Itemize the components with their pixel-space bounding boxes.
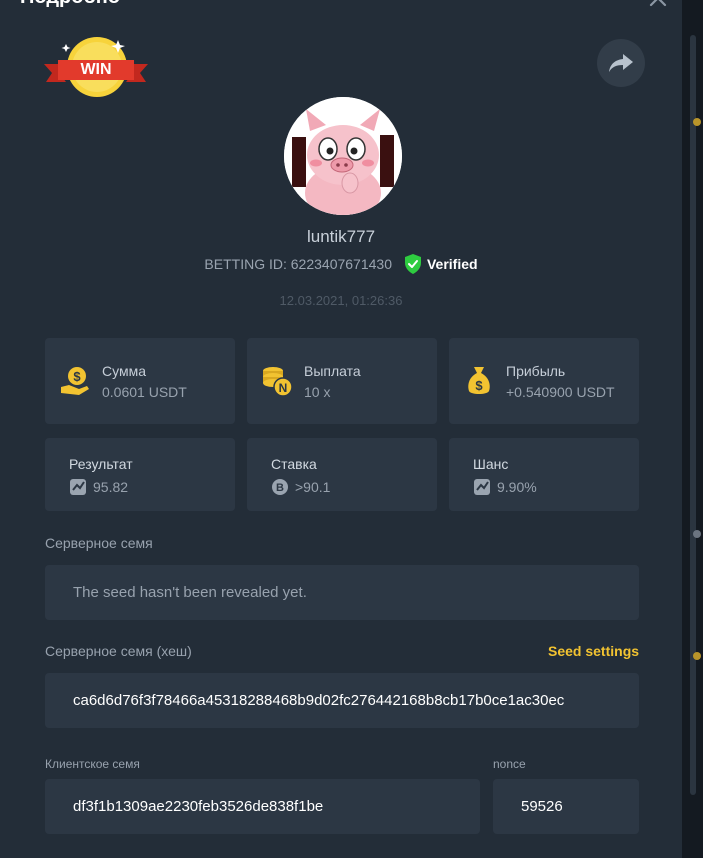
win-logo: WIN [44, 34, 148, 100]
detail-value: 9.90% [497, 479, 537, 495]
win-logo-text: WIN [80, 61, 112, 78]
server-seed-value: The seed hasn't been revealed yet. [73, 584, 307, 601]
svg-text:$: $ [73, 369, 81, 384]
verified-label: Verified [426, 256, 478, 272]
side-dot [693, 118, 701, 126]
seed-settings-link[interactable]: Seed settings [548, 643, 639, 659]
server-seed-hash-value: ca6d6d76f3f78466a45318288468b9d02fc27644… [73, 692, 565, 709]
nonce-field[interactable]: 59526 [493, 779, 639, 834]
betting-id: BETTING ID: 6223407671430 [204, 256, 392, 272]
shield-check-icon [404, 254, 421, 274]
detail-card-result: Результат 95.82 [45, 438, 235, 511]
stat-value: 0.0601 USDT [102, 384, 187, 400]
detail-value: 95.82 [93, 479, 129, 495]
client-seed-label: Клиентское семя [45, 757, 140, 771]
server-seed-field: The seed hasn't been revealed yet. [45, 565, 639, 620]
server-seed-hash-label: Серверное семя (хеш) [45, 643, 192, 659]
detail-label: Шанс [473, 456, 509, 472]
detail-card-bet: Ставка B >90.1 [247, 438, 437, 511]
bitcoin-icon: B [272, 479, 288, 495]
detail-value: >90.1 [295, 479, 331, 495]
stat-card-payout: N Выплата 10 x [247, 338, 437, 424]
stat-value: +0.540900 USDT [506, 384, 615, 400]
username: luntik777 [306, 227, 376, 246]
betting-id-row: BETTING ID: 6223407671430 Verified [0, 254, 682, 274]
stat-label: Прибыль [506, 363, 566, 379]
stat-card-amount: $ Сумма 0.0601 USDT [45, 338, 235, 424]
dice-icon [474, 479, 490, 495]
close-icon[interactable] [648, 0, 668, 8]
server-seed-label: Серверное семя [45, 535, 153, 551]
dice-icon [70, 479, 86, 495]
stat-label: Выплата [304, 363, 361, 379]
svg-text:B: B [276, 482, 284, 494]
svg-text:N: N [279, 381, 288, 395]
side-dot [693, 652, 701, 660]
coin-hand-icon: $ [61, 367, 89, 395]
scrollbar-track[interactable] [690, 35, 696, 795]
svg-text:$: $ [475, 378, 483, 393]
bet-timestamp: 12.03.2021, 01:26:36 [279, 293, 403, 308]
stat-label: Сумма [102, 363, 146, 379]
share-button[interactable] [597, 39, 645, 87]
client-seed-value: df3f1b1309ae2230feb3526de838f1be [73, 798, 324, 815]
stat-card-profit: $ Прибыль +0.540900 USDT [449, 338, 639, 424]
bet-details-modal: Подробно WIN [0, 0, 682, 858]
nonce-value: 59526 [521, 798, 563, 815]
nonce-label: nonce [493, 757, 526, 771]
stat-value: 10 x [304, 384, 331, 400]
detail-label: Результат [69, 456, 133, 472]
modal-title: Подробно [20, 0, 120, 9]
share-icon [609, 54, 633, 72]
money-bag-icon: $ [468, 367, 490, 394]
detail-label: Ставка [271, 456, 317, 472]
side-dot [693, 530, 701, 538]
avatar [284, 97, 402, 215]
verified-badge: Verified [404, 254, 478, 274]
client-seed-field[interactable]: df3f1b1309ae2230feb3526de838f1be [45, 779, 480, 834]
server-seed-hash-field[interactable]: ca6d6d76f3f78466a45318288468b9d02fc27644… [45, 673, 639, 728]
coin-stack-icon: N [263, 367, 293, 397]
detail-card-chance: Шанс 9.90% [449, 438, 639, 511]
